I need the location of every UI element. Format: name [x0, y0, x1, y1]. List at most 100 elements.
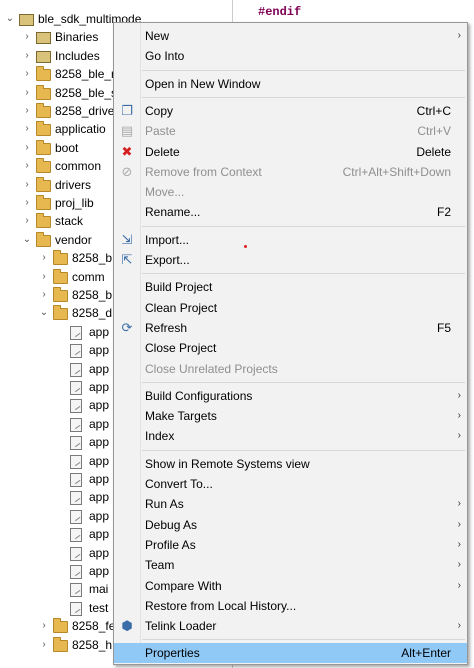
tree-item-label: app	[89, 435, 110, 450]
menu-item-delete[interactable]: ✖ Delete Delete	[114, 142, 467, 162]
menu-item-label: Show in Remote Systems view	[145, 456, 310, 471]
tree-item-label: boot	[55, 140, 79, 155]
expand-closed-icon[interactable]: ›	[21, 194, 33, 212]
tree-item-label: app	[89, 343, 110, 358]
menu-item-compare-with[interactable]: Compare With ›	[114, 576, 467, 596]
menu-item-open-in-new-window[interactable]: Open in New Window	[114, 74, 467, 94]
file-icon	[70, 491, 82, 506]
menu-item-label: Close Unrelated Projects	[145, 361, 278, 376]
menu-item-run-as[interactable]: Run As ›	[114, 494, 467, 514]
folder-icon	[53, 250, 68, 266]
menu-item-shortcut: F2	[436, 205, 451, 220]
mouse-cursor-dot	[244, 245, 247, 248]
expand-closed-icon[interactable]: ›	[38, 617, 50, 635]
menu-item-go-into[interactable]: Go Into	[114, 46, 467, 66]
refresh-icon: ⟳	[121, 319, 133, 335]
menu-item-make-targets[interactable]: Make Targets ›	[114, 406, 467, 426]
submenu-arrow-icon: ›	[457, 30, 461, 41]
menu-item-build-project[interactable]: Build Project	[114, 277, 467, 297]
expand-closed-icon[interactable]: ›	[21, 65, 33, 83]
delete-icon: ✖	[121, 143, 133, 159]
context-menu[interactable]: New › Go Into Open in New Window ❐ Copy Ctrl+C…	[113, 22, 468, 665]
tree-item-label: app	[89, 545, 110, 560]
menu-item-label: Export...	[145, 253, 190, 267]
menu-item-import[interactable]: ⇲ Import...	[114, 230, 467, 250]
folder-icon	[36, 231, 51, 247]
tree-item-label: app	[89, 380, 110, 394]
copy-icon: ❐	[121, 102, 133, 118]
tree-item-label: app	[89, 564, 110, 578]
menu-item-label: Refresh	[145, 320, 188, 335]
menu-separator	[142, 96, 465, 98]
file-icon	[70, 325, 82, 340]
menu-item-paste[interactable]: ▤ Paste Ctrl+V	[114, 121, 467, 141]
file-icon	[70, 565, 82, 579]
expand-open-icon[interactable]: ⌄	[21, 231, 33, 249]
expand-closed-icon[interactable]: ›	[38, 249, 50, 267]
menu-item-debug-as[interactable]: Debug As ›	[114, 515, 467, 535]
includes-icon	[36, 50, 51, 63]
expand-closed-icon[interactable]: ›	[21, 120, 33, 138]
menu-item-index[interactable]: Index ›	[114, 426, 467, 446]
tree-item-label: test	[89, 600, 109, 615]
tree-item-label: 8258_h	[72, 637, 113, 652]
menu-item-label: Move...	[145, 185, 185, 200]
file-icon	[70, 473, 82, 487]
menu-item-clean-project[interactable]: Clean Project	[114, 298, 467, 318]
expand-closed-icon[interactable]: ›	[21, 157, 33, 175]
folder-icon	[53, 268, 68, 284]
expand-open-icon[interactable]: ⌄	[38, 304, 50, 322]
tree-item-label: app	[89, 490, 110, 505]
submenu-arrow-icon: ›	[457, 498, 461, 510]
file-icon	[70, 454, 82, 469]
menu-item-copy[interactable]: ❐ Copy Ctrl+C	[114, 101, 467, 121]
binaries-icon	[36, 32, 51, 45]
expand-open-icon[interactable]: ⌄	[4, 10, 16, 28]
file-icon	[70, 399, 82, 414]
expand-closed-icon[interactable]: ›	[21, 212, 33, 230]
expand-closed-icon[interactable]: ›	[21, 139, 33, 157]
menu-item-refresh[interactable]: ⟳ Refresh F5	[114, 318, 467, 338]
submenu-arrow-icon: ›	[457, 538, 461, 550]
tree-item-label: 8258_fe	[72, 619, 116, 634]
menu-item-export[interactable]: ⇱ Export...	[114, 250, 467, 270]
menu-item-shortcut: Ctrl+V	[417, 124, 451, 139]
submenu-arrow-icon: ›	[457, 559, 461, 571]
menu-separator	[142, 69, 465, 71]
menu-item-close-unrelated-projects[interactable]: Close Unrelated Projects	[114, 359, 467, 379]
menu-item-new[interactable]: New ›	[114, 26, 467, 46]
file-icon	[70, 344, 82, 359]
submenu-arrow-icon: ›	[457, 620, 461, 632]
file-icon	[70, 362, 82, 377]
menu-item-properties[interactable]: Properties Alt+Enter	[114, 643, 467, 664]
menu-item-show-in-remote-systems-view[interactable]: Show in Remote Systems view	[114, 454, 467, 474]
import-icon: ⇲	[121, 231, 133, 247]
menu-item-telink-loader[interactable]: ⬢ Telink Loader ›	[114, 616, 467, 636]
menu-item-rename[interactable]: Rename... F2	[114, 202, 467, 222]
expand-closed-icon[interactable]: ›	[38, 636, 50, 654]
menu-item-shortcut: Alt+Enter	[401, 646, 451, 661]
menu-item-profile-as[interactable]: Profile As ›	[114, 535, 467, 555]
folder-icon	[36, 139, 51, 155]
expand-closed-icon[interactable]: ›	[21, 47, 33, 65]
tree-item-label: 8258_ble_r	[55, 67, 116, 82]
menu-item-build-configurations[interactable]: Build Configurations ›	[114, 386, 467, 406]
menu-item-remove-from-context[interactable]: ⊘ Remove from Context Ctrl+Alt+Shift+Down	[114, 162, 467, 182]
project-icon	[19, 14, 34, 26]
menu-item-close-project[interactable]: Close Project	[114, 338, 467, 358]
expand-closed-icon[interactable]: ›	[21, 176, 33, 194]
menu-item-shortcut: Delete	[416, 144, 451, 159]
expand-closed-icon[interactable]: ›	[21, 84, 33, 102]
menu-item-team[interactable]: Team ›	[114, 555, 467, 575]
menu-item-restore-from-local-history[interactable]: Restore from Local History...	[114, 596, 467, 616]
expand-closed-icon[interactable]: ›	[38, 268, 50, 286]
expand-closed-icon[interactable]: ›	[21, 102, 33, 120]
menu-item-label: Copy	[145, 103, 174, 118]
menu-item-label: Import...	[145, 232, 190, 247]
folder-icon	[53, 636, 68, 652]
menu-item-shortcut: F5	[436, 320, 451, 335]
expand-closed-icon[interactable]: ›	[38, 286, 50, 304]
menu-item-convert-to[interactable]: Convert To...	[114, 474, 467, 494]
menu-item-move[interactable]: Move...	[114, 182, 467, 202]
expand-closed-icon[interactable]: ›	[21, 28, 33, 46]
